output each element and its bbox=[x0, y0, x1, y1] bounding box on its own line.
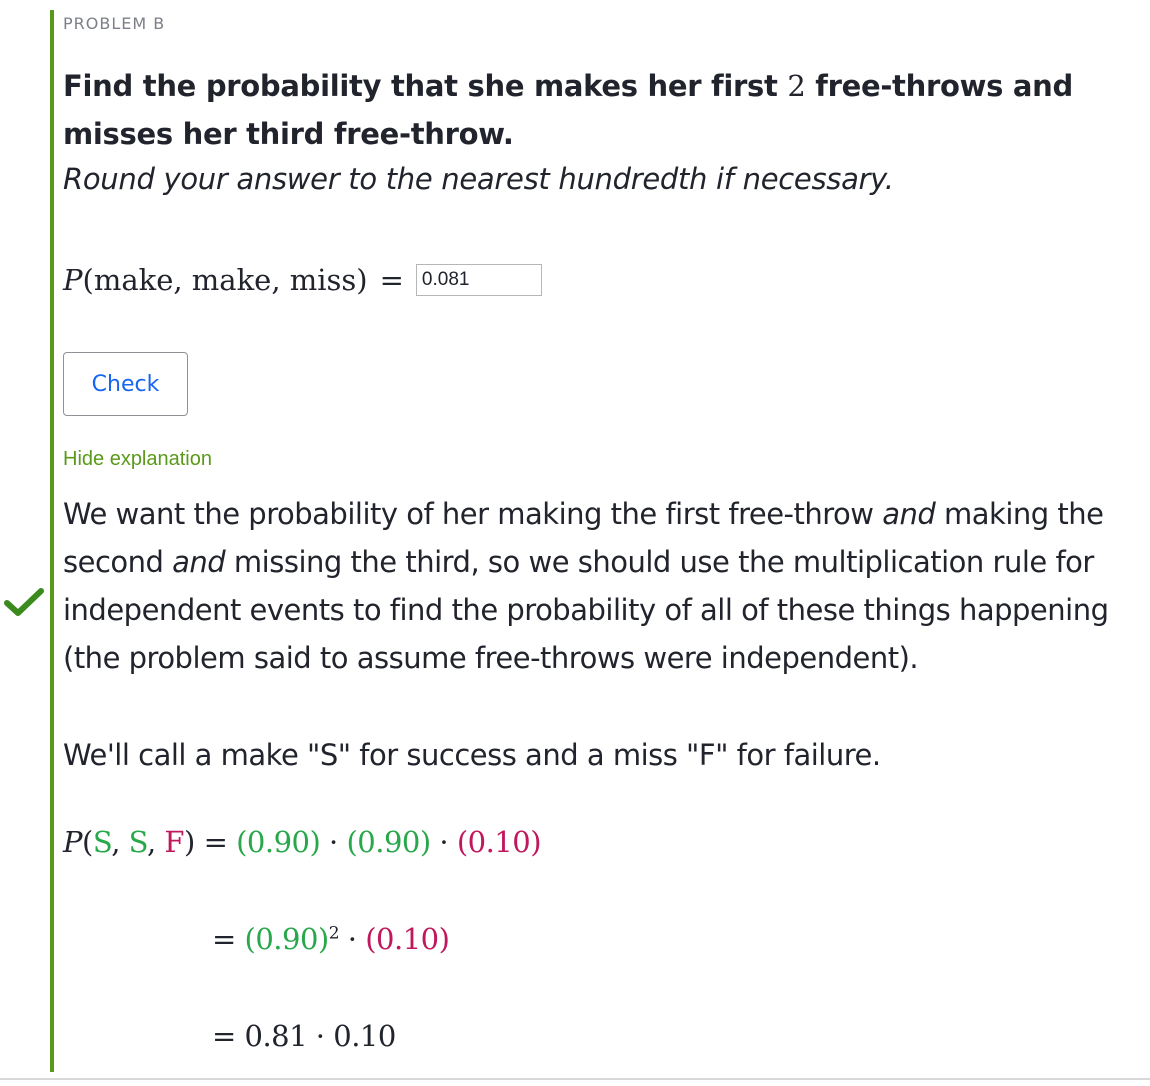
eq1-close-paren: ) bbox=[184, 825, 195, 859]
bottom-divider bbox=[0, 1078, 1150, 1080]
problem-label: PROBLEM B bbox=[63, 14, 166, 33]
explanation-paragraph: We want the probability of her making th… bbox=[63, 490, 1123, 682]
correct-indicator-bar bbox=[50, 10, 54, 1072]
question-part-1: Find the probability that she makes her … bbox=[63, 69, 788, 103]
eq1-p-symbol: P bbox=[63, 825, 83, 859]
eq2-exponent: 2 bbox=[328, 923, 340, 944]
equation-line-2: = (0.90)2 · (0.10) bbox=[212, 922, 450, 956]
explanation-notation: We'll call a make "S" for success and a … bbox=[63, 738, 881, 772]
explanation-and-1: and bbox=[882, 497, 936, 531]
eq1-dot-2: · bbox=[430, 825, 457, 859]
eq1-f: F bbox=[164, 825, 185, 859]
eq1-s2: S bbox=[128, 825, 148, 859]
question-text: Find the probability that she makes her … bbox=[63, 62, 1133, 158]
eq1-s1: S bbox=[92, 825, 112, 859]
hide-explanation-link[interactable]: Hide explanation bbox=[63, 448, 212, 471]
probability-arguments: (make, make, miss) bbox=[82, 263, 368, 297]
eq1-open-paren: ( bbox=[82, 825, 93, 859]
eq2-dot: · bbox=[339, 922, 366, 956]
checkmark-icon bbox=[4, 588, 44, 616]
equation-line-3: = 0.81 · 0.10 bbox=[212, 1019, 396, 1053]
question-number: 2 bbox=[787, 69, 806, 103]
explanation-text-1: We want the probability of her making th… bbox=[63, 497, 883, 531]
eq1-term-3: (0.10) bbox=[456, 825, 542, 859]
answer-row: P (make, make, miss) = bbox=[63, 260, 542, 300]
eq1-comma-1: , bbox=[111, 825, 129, 859]
equals-sign: = bbox=[379, 263, 404, 297]
rounding-instruction: Round your answer to the nearest hundred… bbox=[63, 162, 894, 196]
eq1-dot-1: · bbox=[320, 825, 347, 859]
eq2-base: (0.90) bbox=[244, 922, 330, 956]
explanation-and-2: and bbox=[172, 545, 226, 579]
check-button[interactable]: Check bbox=[63, 352, 188, 416]
answer-input[interactable] bbox=[415, 264, 542, 296]
eq2-term: (0.10) bbox=[365, 922, 450, 956]
eq2-equals: = bbox=[212, 922, 245, 956]
probability-symbol: P bbox=[63, 263, 83, 297]
eq1-comma-2: , bbox=[146, 825, 165, 859]
equation-line-1: P(S, S, F) = (0.90) · (0.90) · (0.10) bbox=[63, 825, 542, 859]
eq1-equals: = bbox=[194, 825, 237, 859]
eq1-term-1: (0.90) bbox=[236, 825, 321, 859]
eq1-term-2: (0.90) bbox=[346, 825, 431, 859]
